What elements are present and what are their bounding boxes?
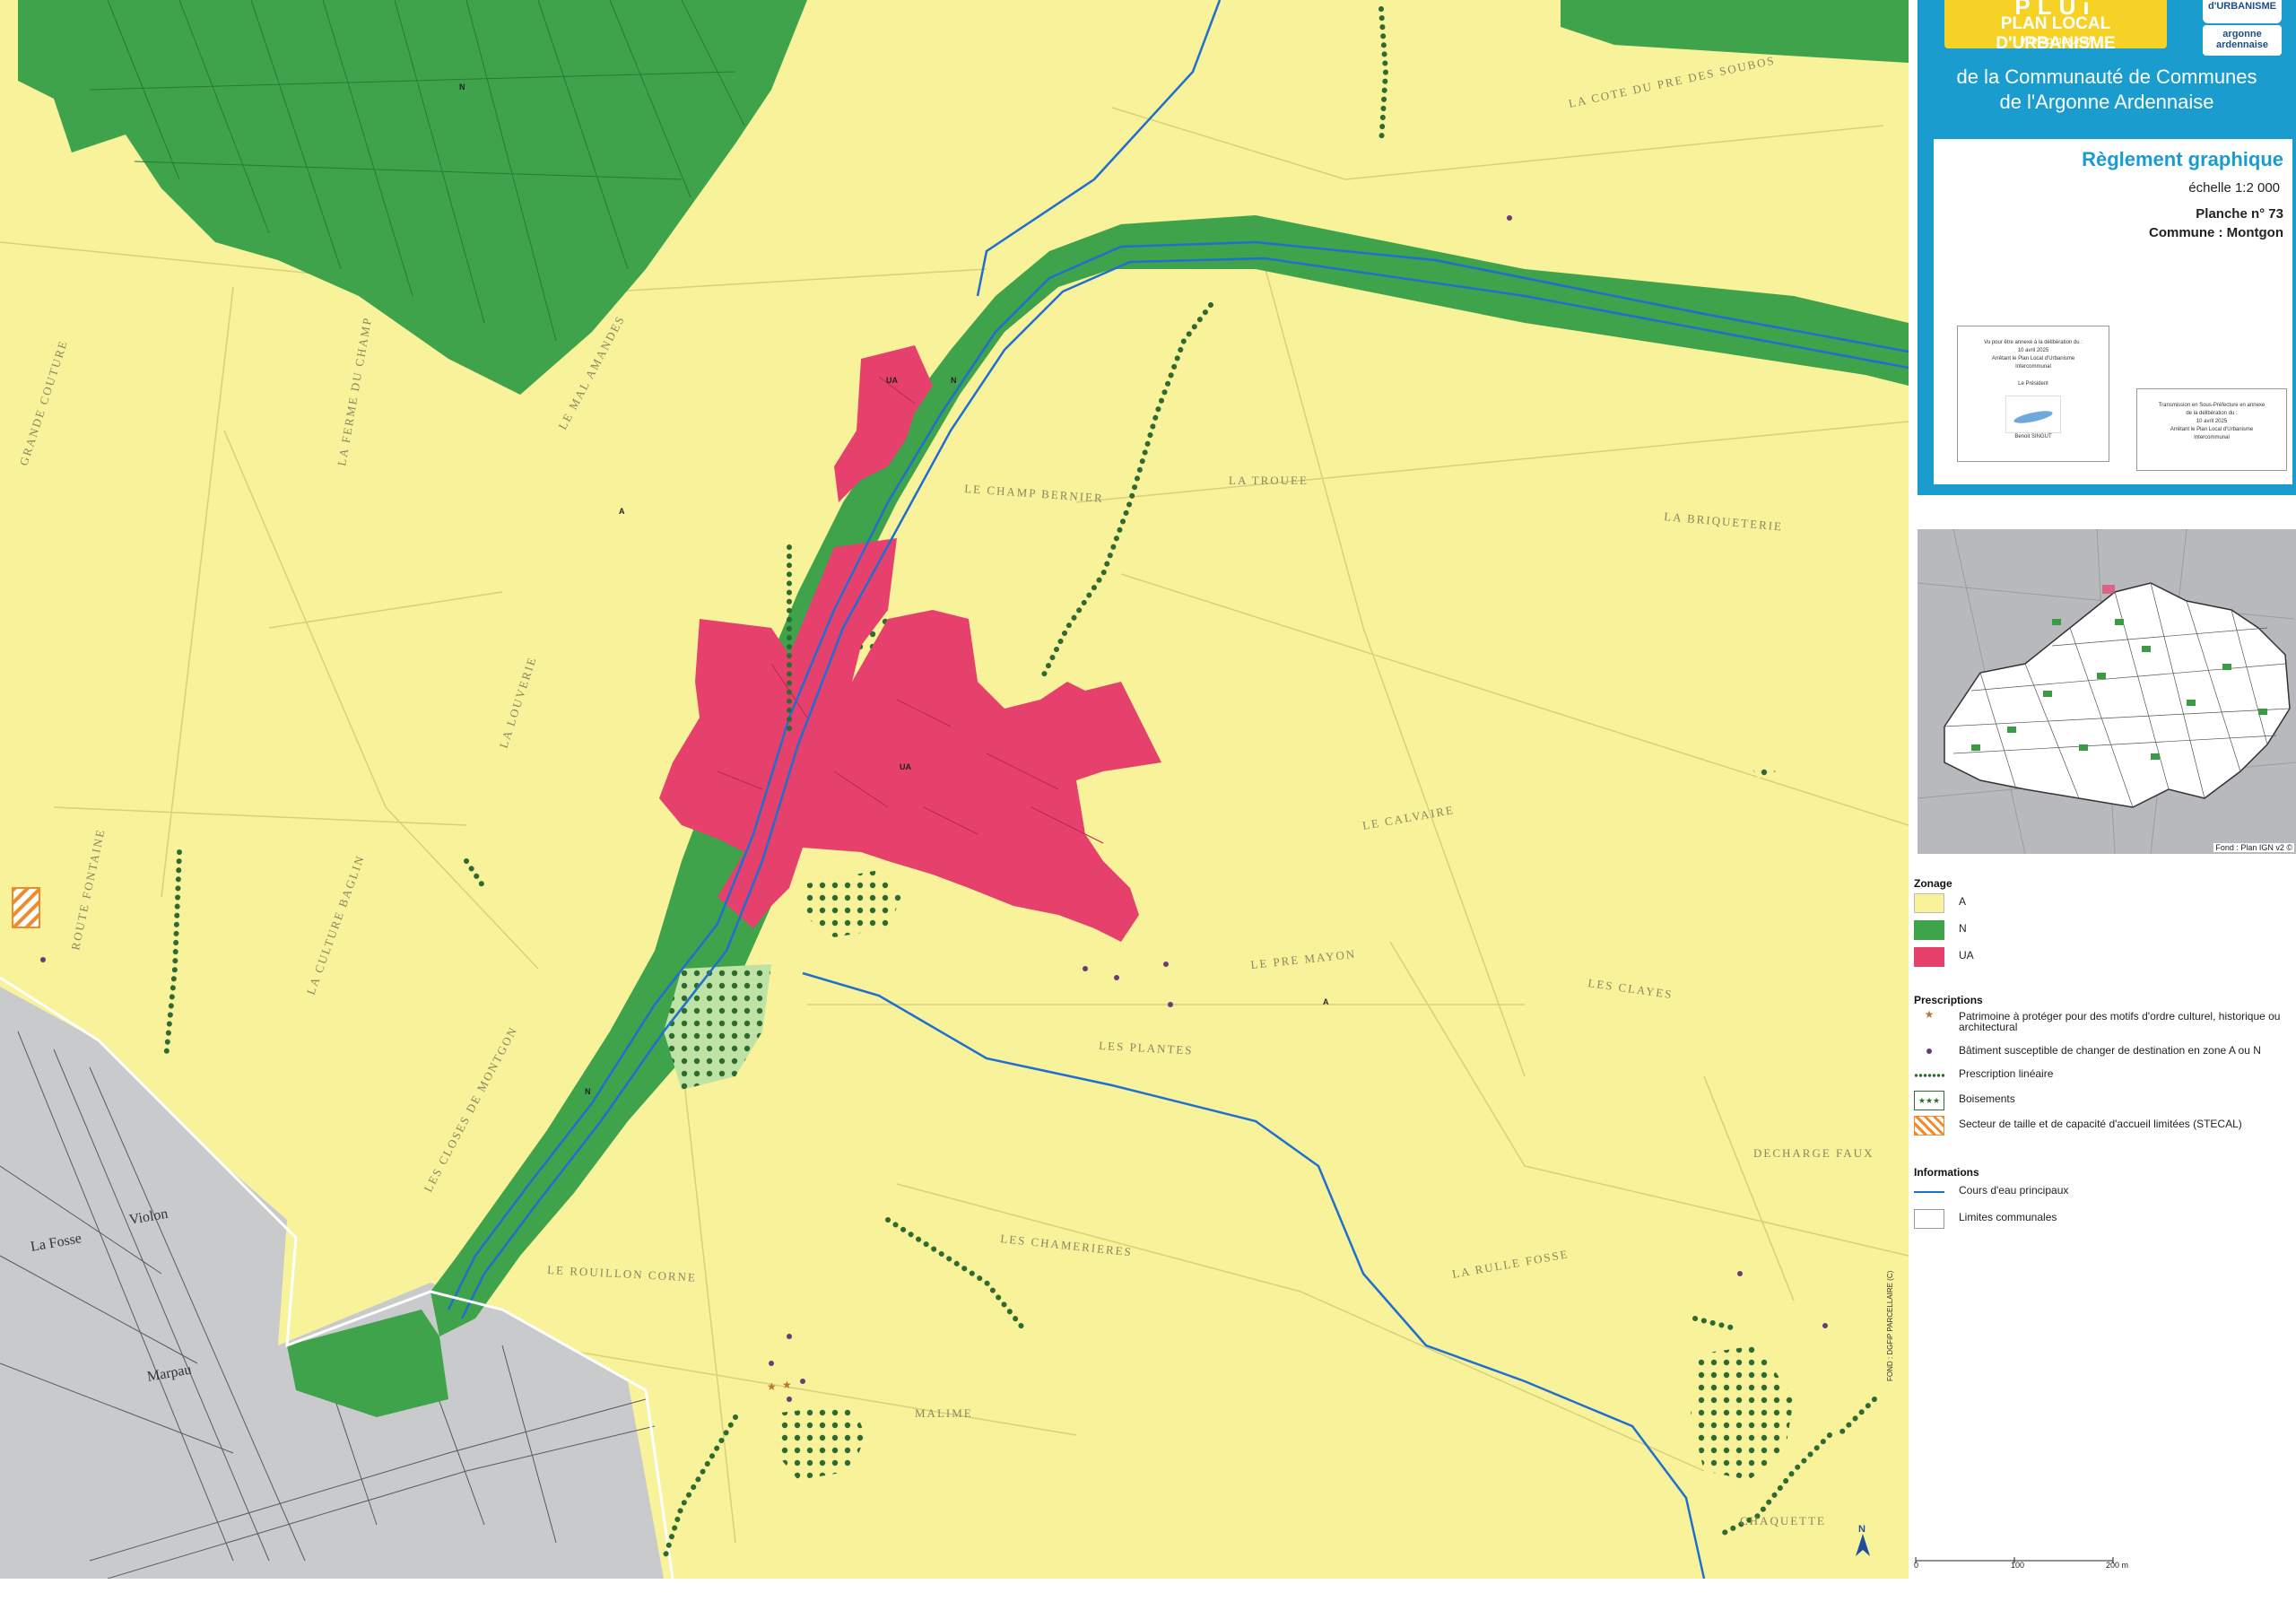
commune-name: Commune : Montgon <box>2149 225 2283 240</box>
zone-ua-label-2: UA <box>886 376 898 385</box>
urbanisme-logo: d'URBANISME <box>2203 0 2282 23</box>
svg-text:N: N <box>1858 1524 1866 1535</box>
zone-n-label: N <box>459 83 465 91</box>
zone-n-label-2: N <box>951 376 957 385</box>
community-name: de la Communauté de Communes de l'Argonn… <box>1956 65 2257 113</box>
plu-subtitle: intercommunal <box>2020 34 2092 47</box>
locality-label: LA TROUEE <box>1229 474 1309 487</box>
planche-number: Planche n° 73 <box>2196 206 2283 222</box>
zone-a-label: A <box>619 507 625 516</box>
approval-stamp: Vu pour être annexé à la délibération du… <box>1957 326 2109 462</box>
plui-header: PLUi PLAN LOCAL D'URBANISME intercommuna… <box>1918 0 2296 495</box>
zone-n-label-3: N <box>585 1087 591 1096</box>
transmission-stamp: Transmission en Sous-Préfecture en annex… <box>2136 388 2287 471</box>
locator-map: Fond : Plan IGN v2 © <box>1918 529 2296 854</box>
map-cartouche: PLUi PLAN LOCAL D'URBANISME intercommuna… <box>1909 0 2296 1610</box>
zone-ua-label: UA <box>900 762 911 771</box>
signature-icon <box>2005 396 2061 433</box>
star-icon: ★ <box>1924 1008 1935 1021</box>
locality-label: DECHARGE FAUX <box>1753 1146 1874 1160</box>
reglement-title: Règlement graphique <box>2082 148 2283 170</box>
legend-prescriptions-title: Prescriptions <box>1914 994 1983 1006</box>
woodland-icon: ★★★ <box>1914 1091 1944 1110</box>
dot-icon <box>1914 1042 1944 1062</box>
svg-text:★: ★ <box>767 1380 777 1393</box>
zone-a-label-2: A <box>1323 997 1329 1006</box>
scale-bar: 0 100 200 m <box>1914 1557 2129 1570</box>
svg-text:★: ★ <box>782 1379 792 1391</box>
hatch-icon <box>1914 1116 1944 1136</box>
locator-source: Fond : Plan IGN v2 © <box>2213 843 2294 852</box>
scale-text: échelle 1:2 000 <box>2188 180 2280 196</box>
blue-line-icon <box>1914 1182 1944 1202</box>
dotted-line-icon <box>1914 1066 1944 1085</box>
cadastre-source-note: FOND : DGFiP PARCELLAIRE (C) <box>1886 1270 1894 1381</box>
title-card: Règlement graphique échelle 1:2 000 Plan… <box>1934 139 2292 484</box>
locality-label: MALIME <box>915 1406 973 1420</box>
legend-zonage-title: Zonage <box>1914 877 1952 890</box>
zoning-map[interactable]: La Fosse Violon Marpau ★ ★ A A N N N UA … <box>0 0 1909 1579</box>
legend-informations-title: Informations <box>1914 1166 1979 1179</box>
stecal-sector <box>12 887 40 928</box>
boisement-malime <box>776 1404 865 1480</box>
argonne-ardennaise-logo: argonne ardennaise <box>2203 25 2282 56</box>
montgon-highlight <box>2102 585 2115 594</box>
plui-logo: PLUi PLAN LOCAL D'URBANISME intercommuna… <box>1944 0 2167 53</box>
locality-label: CHAQUETTE <box>1740 1514 1826 1527</box>
